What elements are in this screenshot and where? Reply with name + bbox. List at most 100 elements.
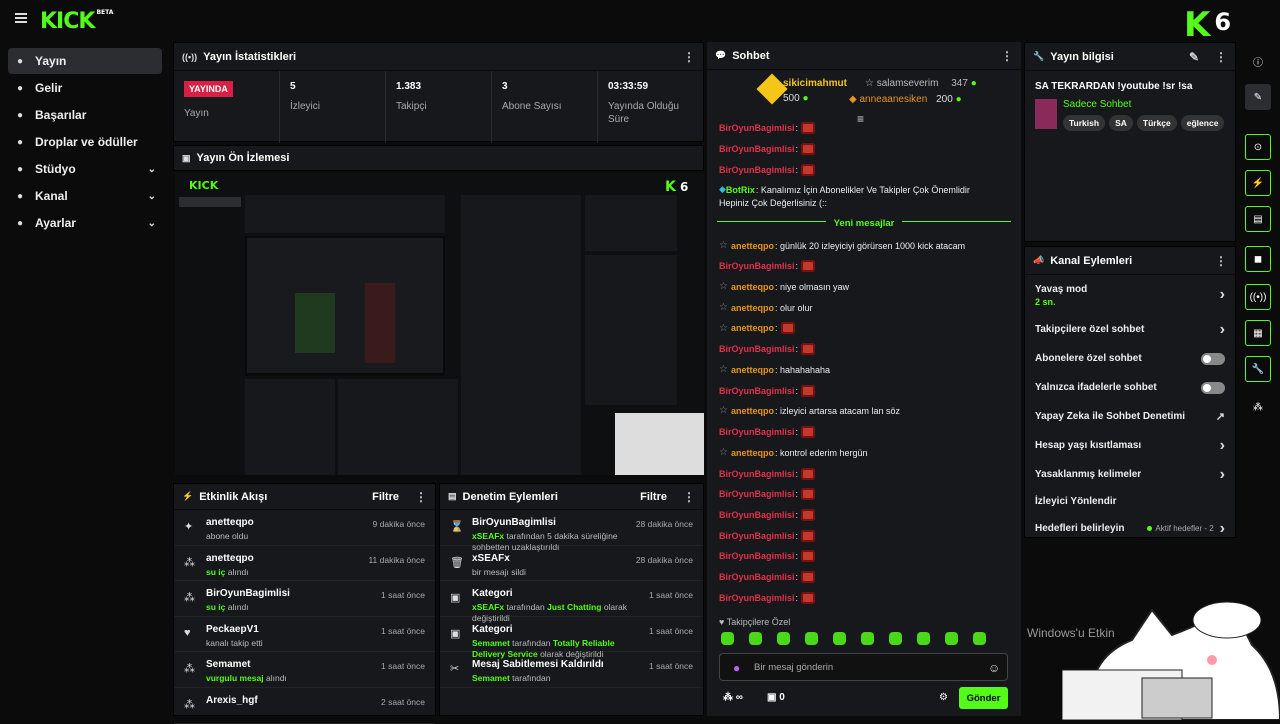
sidebar-item-3[interactable]: ● Droplar ve ödüller (8, 129, 162, 155)
menu-icon[interactable] (15, 13, 27, 23)
chat-message[interactable]: ☆ anetteqpo: (719, 322, 795, 334)
emoji-icon[interactable]: ☺ (988, 661, 1000, 675)
more-icon[interactable]: ⋮ (683, 50, 695, 64)
chat-username[interactable]: anetteqpo (731, 365, 774, 375)
chat-message[interactable]: BirOyunBagimlisi: (719, 343, 816, 355)
action-item[interactable]: Yavaş mod 2 sn. › (1025, 275, 1235, 315)
stream-preview[interactable]: KICK K 6 (175, 173, 704, 475)
chat-input[interactable]: Bir mesaj gönderin (719, 653, 1008, 681)
chat-message[interactable]: BirOyunBagimlisi: (719, 385, 816, 397)
mod-item[interactable]: ⌛ BirOyunBagimlisi xSEAFx tarafından 5 dak… (440, 510, 703, 552)
chat-message[interactable]: ☆ anetteqpo: izleyici artarsa atacam lan … (719, 405, 900, 416)
emote-icon[interactable] (973, 632, 986, 645)
chat-message[interactable]: BirOyunBagimlisi: (719, 164, 816, 176)
chat-message[interactable]: BirOyunBagimlisi: (719, 509, 816, 521)
chat-message[interactable]: BirOyunBagimlisi: (719, 592, 816, 604)
tag-chip[interactable]: eğlence (1180, 115, 1225, 131)
feed-item[interactable]: ⁂ Semamet vurgulu mesaj alındı 1 saat önce (174, 652, 435, 688)
emote-icon[interactable] (945, 632, 958, 645)
chat-message[interactable]: BirOyunBagimlisi: (719, 550, 816, 562)
mic-icon[interactable]: ● (733, 661, 740, 675)
chat-message[interactable]: BirOyunBagimlisi: (719, 143, 816, 155)
chat-username[interactable]: BirOyunBagimlisi (719, 531, 795, 541)
action-item[interactable]: Abonelere özel sohbet (1025, 344, 1235, 373)
mod-item[interactable]: ▣ Kategori xSEAFx tarafından Just Chatting… (440, 581, 703, 623)
chat-username[interactable]: BirOyunBagimlisi (719, 489, 795, 499)
action-item[interactable]: İzleyici Yönlendir (1025, 489, 1235, 514)
chat-username[interactable]: BirOyunBagimlisi (719, 551, 795, 561)
more-icon[interactable]: ⋮ (1215, 50, 1227, 64)
toggle-switch[interactable] (1201, 352, 1225, 365)
more-icon[interactable]: ⋮ (1001, 49, 1013, 63)
chat-username[interactable]: BirOyunBagimlisi (719, 123, 795, 133)
chat-message[interactable]: BirOyunBagimlisi: (719, 571, 816, 583)
chat-message[interactable]: ☆ anetteqpo: niye olmasın yaw (719, 281, 849, 292)
chat-message[interactable]: BirOyunBagimlisi: (719, 426, 816, 438)
chat-message[interactable]: BirOyunBagimlisi: (719, 122, 816, 134)
emote-icon[interactable] (777, 632, 790, 645)
drops-icon[interactable]: ⁂ ∞ (723, 692, 743, 703)
drops-icon[interactable]: ⁂ (1245, 394, 1271, 420)
chat-username[interactable]: BirOyunBagimlisi (719, 344, 795, 354)
chat-username[interactable]: anetteqpo (731, 241, 774, 251)
chat-message[interactable]: ☆ anetteqpo: günlük 20 izleyiciyi görürse… (719, 240, 965, 251)
send-button[interactable]: Gönder (959, 687, 1008, 709)
chat-username[interactable]: BirOyunBagimlisi (719, 469, 795, 479)
sidebar-item-5[interactable]: ● Kanal ⌄ (8, 183, 162, 209)
chat-username[interactable]: BirOyunBagimlisi (719, 510, 795, 520)
more-icon[interactable]: ⋮ (1215, 254, 1227, 268)
chat-username[interactable]: BirOyunBagimlisi (719, 144, 795, 154)
settings-icon[interactable]: ⚙ (939, 692, 948, 703)
sidebar-item-6[interactable]: ● Ayarlar ⌄ (8, 210, 162, 236)
calendar-icon[interactable]: ▦ (1245, 320, 1271, 346)
chat-message[interactable]: ☆ anetteqpo: kontrol ederim hergün (719, 447, 868, 458)
sidebar-item-2[interactable]: ● Başarılar (8, 102, 162, 128)
emote-icon[interactable] (721, 632, 734, 645)
more-icon[interactable]: ⋮ (415, 490, 427, 504)
emote-icon[interactable] (805, 632, 818, 645)
chat-message[interactable]: ☆ anetteqpo: olur olur (719, 302, 813, 313)
feed-filter-button[interactable]: Filtre (372, 491, 399, 503)
chat-message[interactable]: BirOyunBagimlisi: (719, 468, 816, 480)
chat-username[interactable]: BotRix (726, 185, 755, 195)
chat-icon[interactable]: ◼ (1245, 246, 1271, 272)
sidebar-item-0[interactable]: ● Yayın (8, 48, 162, 74)
chat-username[interactable]: BirOyunBagimlisi (719, 386, 795, 396)
action-item[interactable]: Yasaklanmış kelimeler › (1025, 460, 1235, 489)
emote-icon[interactable] (917, 632, 930, 645)
chat-message[interactable]: BirOyunBagimlisi: (719, 488, 816, 500)
mod-filter-button[interactable]: Filtre (640, 491, 667, 503)
feed-item[interactable]: ⁂ Arexis_hgf 2 saat önce (174, 688, 435, 724)
feed-item[interactable]: ⁂ anetteqpo su iç alındı 11 dakika önce (174, 546, 435, 582)
sidebar-item-4[interactable]: ● Stüdyo ⌄ (8, 156, 162, 182)
expand-icon[interactable]: ≡ (857, 112, 864, 126)
emote-icon[interactable] (889, 632, 902, 645)
emote-icon[interactable] (833, 632, 846, 645)
feed-item[interactable]: ✦ anetteqpo abone oldu 9 dakika önce (174, 510, 435, 546)
feed-item[interactable]: ⁂ BirOyunBagimlisi su iç alındı 1 saat önce (174, 581, 435, 617)
chat-message[interactable]: BirOyunBagimlisi: (719, 530, 816, 542)
action-item[interactable]: Hedefleri belirleyin Aktif hedefler - 2 › (1025, 514, 1235, 543)
chat-message[interactable]: BirOyunBagimlisi: (719, 260, 816, 272)
gift-icon[interactable]: ▣ 0 (767, 692, 785, 703)
action-item[interactable]: Yalnızca ifadelerle sohbet (1025, 373, 1235, 402)
info-icon[interactable]: ⓘ (1245, 48, 1271, 74)
sidebar-item-1[interactable]: ● Gelir (8, 75, 162, 101)
chat-username[interactable]: BirOyunBagimlisi (719, 165, 795, 175)
feed-item[interactable]: ♥ PeckaepV1 kanalı takip etti 1 saat önce (174, 617, 435, 653)
bolt-icon[interactable]: ⚡ (1245, 170, 1271, 196)
action-item[interactable]: Yapay Zeka ile Sohbet Denetimi ↗ (1025, 402, 1235, 431)
chat-username[interactable]: BirOyunBagimlisi (719, 593, 795, 603)
edit-icon[interactable]: ✎ (1189, 50, 1199, 64)
chat-username[interactable]: anetteqpo (731, 303, 774, 313)
emote-icon[interactable] (749, 632, 762, 645)
tag-chip[interactable]: Turkish (1063, 115, 1106, 131)
action-item[interactable]: Takipçilere özel sohbet › (1025, 315, 1235, 344)
chat-message[interactable]: ☆ anetteqpo: hahahahaha (719, 364, 830, 375)
more-icon[interactable]: ⋮ (683, 490, 695, 504)
chat-username[interactable]: anetteqpo (731, 282, 774, 292)
tag-chip[interactable]: SA (1109, 115, 1133, 131)
chat-username[interactable]: BirOyunBagimlisi (719, 261, 795, 271)
kick-logo[interactable]: KICK BETA (40, 9, 113, 34)
doc-icon[interactable]: ▤ (1245, 206, 1271, 232)
